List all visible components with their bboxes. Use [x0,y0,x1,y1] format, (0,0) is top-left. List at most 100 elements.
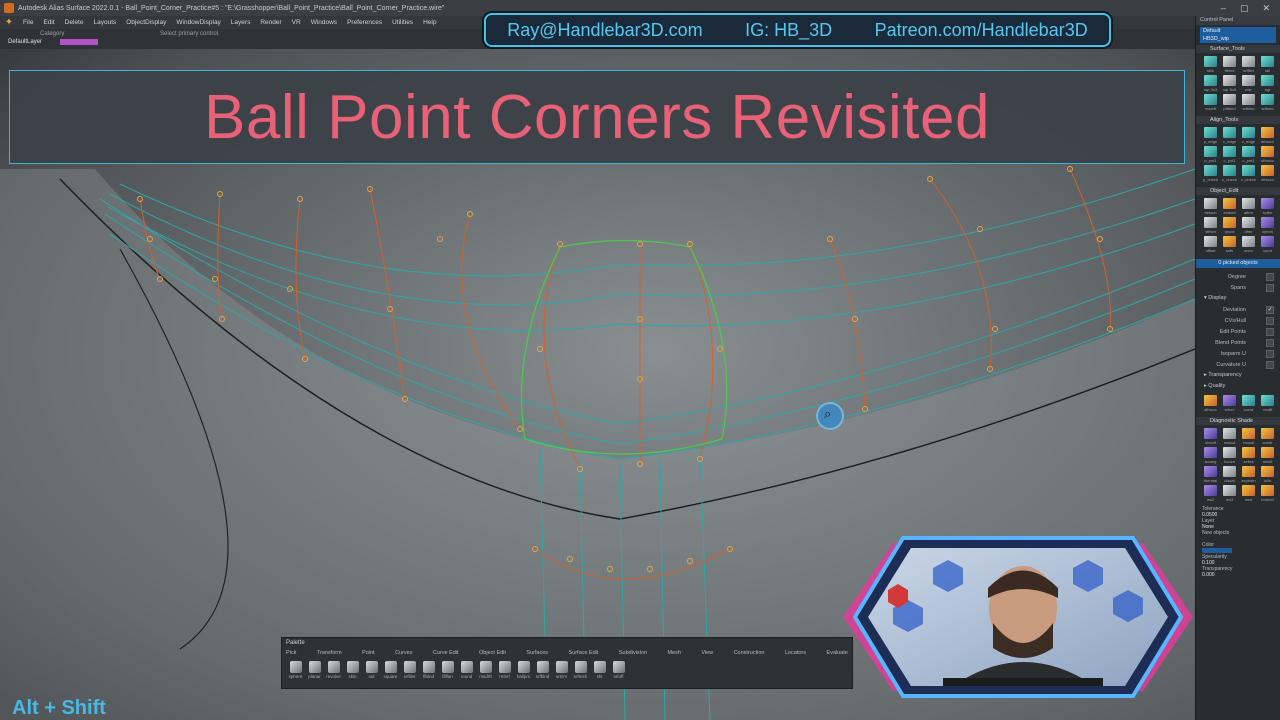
shelf-tool[interactable]: p_check [1202,165,1219,182]
palette-tab[interactable]: Point [362,650,375,659]
palette-tab[interactable]: Curves [395,650,412,659]
menu-edit[interactable]: Edit [38,19,59,26]
shelf-tool[interactable]: ms3 [1221,485,1238,502]
palette-tab[interactable]: Curve Edit [433,650,459,659]
palette-tab[interactable]: Construction [734,650,765,659]
display-option-checkbox[interactable] [1266,305,1274,314]
shelf-tool[interactable]: shdoff [1202,428,1219,445]
shelf-tool[interactable]: stffset [1202,217,1219,234]
shelf-tool[interactable]: dfmccv [1202,395,1219,412]
quality-section-toggle[interactable]: ▸ Quality [1196,381,1280,392]
shelf-tool[interactable]: dfmr [1240,217,1257,234]
palette-tab[interactable]: Pick [286,650,296,659]
transparency-section-toggle[interactable]: ▸ Transparency [1196,370,1280,381]
shelf-tool[interactable]: isoang [1202,447,1219,464]
shelf-tool[interactable]: bnmod [1259,485,1276,502]
shelf-tool[interactable]: extend [1221,198,1238,215]
transparency-field[interactable]: 0.000 [1202,572,1274,578]
menu-help[interactable]: Help [418,19,441,26]
shelf-tool[interactable]: iclin [1259,466,1276,483]
palette-tool[interactable]: square [383,661,398,687]
shelf-tool[interactable]: rancol [1240,428,1257,445]
shelf-tool[interactable]: curvtr [1259,428,1276,445]
shelf-tool[interactable]: relmlt [1259,447,1276,464]
palette-tool[interactable]: sphere [288,661,303,687]
palette-tab[interactable]: View [701,650,713,659]
palette-tab[interactable]: Locators [785,650,806,659]
palette-tab[interactable]: Mesh [667,650,680,659]
menu-vr[interactable]: VR [287,19,306,26]
shelf-tool[interactable]: thermal [1202,466,1219,483]
shelf-tool[interactable]: p_pnt1 [1202,146,1219,163]
shelf-tool[interactable]: prfblnd [1221,94,1238,111]
degree-field[interactable] [1266,272,1274,281]
shelf-tool[interactable]: zephotn [1240,466,1257,483]
active-layer-chip[interactable] [60,39,98,45]
menu-delete[interactable]: Delete [60,19,89,26]
palette-tool[interactable]: rmbrf [497,661,512,687]
close-icon[interactable]: ✕ [1262,3,1270,14]
palette-tool[interactable]: srfoff [611,661,626,687]
menu-windows[interactable]: Windows [306,19,342,26]
menu-objectdisplay[interactable]: ObjectDisplay [121,19,171,26]
shelf-tool[interactable]: curva [1240,395,1257,412]
menu-preferences[interactable]: Preferences [342,19,387,26]
palette-tool[interactable]: srfillet [402,661,417,687]
shelf-tool[interactable]: ffblnd [1221,56,1238,73]
shelf-tool[interactable]: dfmccv [1259,127,1276,144]
shelf-tool[interactable]: p_edge [1202,127,1219,144]
shelf-tool[interactable]: sqr 5x5 [1221,75,1238,92]
shelf-tool[interactable]: c_check [1221,165,1238,182]
shelf-tool[interactable]: c_edge [1221,127,1238,144]
palette-tab[interactable]: Transform [317,650,342,659]
shelf-tool[interactable]: cyrnm [1259,217,1276,234]
shelf-tool[interactable]: skin [1202,56,1219,73]
shelf-tool[interactable]: c_pnt1 [1240,146,1257,163]
shelf-tool[interactable]: attmr [1240,198,1257,215]
shelf-tool[interactable]: rail [1259,56,1276,73]
shelf-tool[interactable]: srfblnd [1259,94,1276,111]
shelf-tool[interactable]: c_check [1240,165,1257,182]
shelf-tool[interactable]: srfcrv [1221,395,1238,412]
default-layer-tab[interactable]: DefaultLayer [8,39,42,45]
palette-tool[interactable]: round [459,661,474,687]
shelf-tool[interactable]: sofs [1221,236,1238,253]
maximize-icon[interactable]: ▢ [1240,3,1249,14]
shelf-tool[interactable]: sqr [1259,75,1276,92]
menu-file[interactable]: File [18,19,38,26]
palette-tab[interactable]: Surface Edit [568,650,598,659]
shelf-tool[interactable]: srfillet [1240,56,1257,73]
palette-tab[interactable]: Object Edit [479,650,506,659]
shelf-tool[interactable]: dfmccv [1259,146,1276,163]
shelf-tool[interactable]: srfblnd [1240,94,1257,111]
shelf-tool[interactable]: sctfm [1259,198,1276,215]
menu-layers[interactable]: Layers [226,19,256,26]
shelf-tool[interactable]: sqr 3x3 [1202,75,1219,92]
shelf-tool[interactable]: msdrft [1202,94,1219,111]
palette-tool[interactable]: msdrft [478,661,493,687]
palette-tool[interactable]: ffblnd [421,661,436,687]
palette-tool[interactable]: ballpm [516,661,531,687]
palette-tab[interactable]: Subdivision [619,650,647,659]
shelf-tool[interactable]: zebra [1240,447,1257,464]
shelf-tool[interactable]: qrycd [1221,217,1238,234]
spans-field[interactable] [1266,283,1274,292]
surface-tools-header[interactable]: Surface_Tools [1196,45,1280,53]
palette-tool[interactable]: srtrim [554,661,569,687]
shelf-tool[interactable]: offset [1202,236,1219,253]
menu-utilities[interactable]: Utilities [387,19,418,26]
menu-layouts[interactable]: Layouts [88,19,121,26]
diagnostic-shade-header[interactable]: Diagnostic Shade [1196,417,1280,425]
shelf-tool[interactable]: clayat [1221,466,1238,483]
palette-tool[interactable]: revolve [326,661,341,687]
shelf-tool[interactable]: mulcol [1221,428,1238,445]
shelf-tool[interactable]: msr [1240,75,1257,92]
display-option-checkbox[interactable] [1266,327,1274,336]
menu-render[interactable]: Render [255,19,286,26]
minimize-icon[interactable]: – [1221,3,1226,14]
shelf-set-dropdown[interactable]: Default HB3D_wip [1200,27,1276,43]
shelf-tool[interactable]: dfmccv [1259,165,1276,182]
category-dropdown[interactable]: Category [40,31,64,37]
display-section-toggle[interactable]: ▾ Display [1196,293,1280,304]
palette-tool[interactable]: srfmsh [573,661,588,687]
